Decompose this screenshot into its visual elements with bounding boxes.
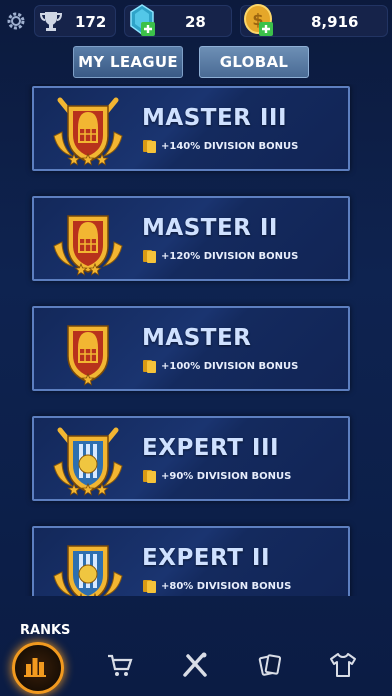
expert-badge-icon <box>53 545 123 596</box>
master-badge-icon <box>53 97 123 166</box>
plus-icon[interactable] <box>259 22 273 36</box>
trophy-count: 172 <box>75 13 107 31</box>
master-badge-icon <box>67 325 109 386</box>
gem-count: 28 <box>185 13 206 31</box>
cards-bonus-icon <box>143 360 156 373</box>
plus-icon[interactable] <box>141 22 155 36</box>
division-bonus: +80% DIVISION BONUS <box>142 578 291 594</box>
division-title: EXPERT II <box>142 545 271 571</box>
coin-counter[interactable]: $ 8,916 <box>240 4 388 37</box>
ranks-icon <box>24 658 46 677</box>
coin-count: 8,916 <box>311 13 359 31</box>
division-title: MASTER III <box>142 105 288 131</box>
master-badge-icon <box>53 215 123 276</box>
division-bonus-text: +80% DIVISION BONUS <box>161 580 292 592</box>
division-bonus-text: +100% DIVISION BONUS <box>161 360 299 372</box>
ranks-label: RANKS <box>20 623 71 638</box>
division-card[interactable]: EXPERT II +80% DIVISION BONUS <box>32 526 350 596</box>
division-card[interactable]: MASTER +100% DIVISION BONUS <box>32 306 350 391</box>
division-bonus-text: +120% DIVISION BONUS <box>161 250 299 262</box>
division-bonus: +120% DIVISION BONUS <box>142 248 298 264</box>
ball <box>78 564 98 584</box>
crossed-bats-icon[interactable] <box>180 650 210 680</box>
division-card[interactable]: EXPERT III +90% DIVISION BONUS <box>32 416 350 501</box>
tab-my-league[interactable]: MY LEAGUE <box>73 46 183 78</box>
jersey-icon[interactable] <box>328 650 358 680</box>
nav-ranks-button[interactable] <box>12 642 64 694</box>
division-title: MASTER <box>142 325 252 351</box>
division-card[interactable]: MASTER III +140% DIVISION BONUS <box>32 86 350 171</box>
trophy-icon <box>39 12 63 31</box>
cards-icon[interactable] <box>255 650 285 680</box>
tab-global[interactable]: GLOBAL <box>199 46 309 78</box>
cards-bonus-icon <box>143 140 156 153</box>
cart-icon[interactable] <box>105 650 135 680</box>
trophy-counter: 172 <box>34 5 116 37</box>
division-title: EXPERT III <box>142 435 280 461</box>
division-bonus: +140% DIVISION BONUS <box>142 138 298 154</box>
division-bonus-text: +140% DIVISION BONUS <box>161 140 299 152</box>
bottom-nav: RANKS <box>0 620 392 696</box>
division-title: MASTER II <box>142 215 278 241</box>
gem-counter[interactable]: 28 <box>124 4 232 37</box>
division-card[interactable]: MASTER II +120% DIVISION BONUS <box>32 196 350 281</box>
cards-bonus-icon <box>143 580 156 593</box>
ball <box>78 454 98 474</box>
top-bar: 172 28 $ 8,916 <box>0 0 392 42</box>
gear-icon[interactable] <box>4 9 28 33</box>
division-bonus: +100% DIVISION BONUS <box>142 358 298 374</box>
expert-badge-icon <box>53 427 123 496</box>
cards-bonus-icon <box>143 250 156 263</box>
division-bonus-text: +90% DIVISION BONUS <box>161 470 292 482</box>
division-list[interactable]: MASTER III +140% DIVISION BONUS MASTER I… <box>0 84 392 596</box>
league-tabs: MY LEAGUE GLOBAL <box>0 46 392 80</box>
cards-bonus-icon <box>143 470 156 483</box>
division-bonus: +90% DIVISION BONUS <box>142 468 291 484</box>
